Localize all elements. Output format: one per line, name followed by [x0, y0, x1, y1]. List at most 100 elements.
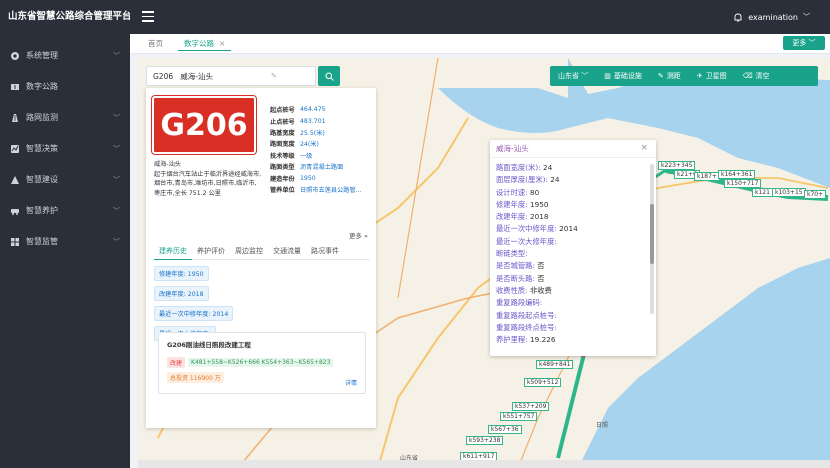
- sidebar-item-label: 智慧决策: [26, 144, 58, 153]
- measure-button[interactable]: ✎ 测距: [650, 66, 689, 86]
- km-label[interactable]: k567+36: [488, 425, 522, 434]
- popup-key: 路面宽度(米):: [496, 163, 543, 172]
- tab-home-label: 首页: [148, 39, 163, 48]
- attr-key: 起点桩号: [270, 107, 295, 115]
- sidebar-item-label: 智慧养护: [26, 206, 58, 215]
- map-view[interactable]: k223+345 k21+6 k187+ k164+361 k150+717 k…: [138, 58, 830, 468]
- km-label[interactable]: k187+: [694, 172, 720, 181]
- construction-icon: [11, 175, 19, 184]
- horizontal-scrollbar[interactable]: [138, 460, 830, 468]
- close-icon[interactable]: ×: [219, 39, 225, 48]
- km-label[interactable]: k509+512: [524, 378, 562, 387]
- popup-key: 收费性质:: [496, 285, 530, 295]
- popup-value: 2014: [559, 224, 578, 234]
- road-popup: 威海-汕头 × 路面宽度(米): 24 面层厚度(厘米): 24 设计时速: 80 修…: [490, 140, 656, 356]
- history-tag: 改建年度: 2018: [154, 286, 209, 301]
- attr-row: 建造年份 1950: [270, 172, 374, 183]
- sidebar-item-label: 智慧建设: [26, 175, 58, 184]
- km-label[interactable]: k551+757: [500, 412, 538, 421]
- popup-key: 最近一次大修年度:: [496, 236, 557, 246]
- user-menu[interactable]: examination ﹀: [734, 12, 810, 22]
- search-input[interactable]: [147, 67, 267, 85]
- vehicle-icon: [11, 208, 19, 215]
- sidebar-item-label: 路网监测: [26, 113, 58, 122]
- attr-row: 技术等级 一级: [270, 150, 374, 161]
- km-label[interactable]: k150+717: [724, 179, 762, 188]
- project-type-badge: 改建: [167, 357, 186, 368]
- sidebar-item-construction[interactable]: 智慧建设 ﹀: [0, 164, 130, 195]
- search-box: ✎: [146, 66, 316, 86]
- road-name: 威海-汕头: [154, 161, 181, 168]
- road-attributes: 起点桩号 464.475 止点桩号 483.701 路基宽度 25.5(米) 路面宽度…: [270, 104, 374, 195]
- bell-icon[interactable]: [734, 13, 742, 22]
- popup-line: 设计时速: 80: [496, 187, 650, 199]
- region-select[interactable]: 山东省 ﹀: [550, 66, 596, 86]
- tab-home[interactable]: 首页: [142, 37, 169, 51]
- more-link[interactable]: 更多 »: [349, 230, 368, 240]
- satellite-icon: ✈: [696, 72, 703, 80]
- attr-value: 沥青混凝土路面: [300, 164, 344, 172]
- road-shield: G206: [151, 95, 257, 155]
- tab-traffic[interactable]: 交通流量: [268, 244, 306, 260]
- popup-line: 重复路段起点桩号:: [496, 310, 650, 322]
- km-label[interactable]: k121: [752, 188, 773, 197]
- tab-evaluation[interactable]: 养护评价: [192, 244, 230, 260]
- map-city-label: 日照: [596, 422, 609, 429]
- popup-value: 80: [529, 187, 540, 197]
- sidebar: 山东省智慧公路综合管理平台 系统管理 ﹀ 数字公路 路网监测 ﹀ 智慧决策 ﹀: [0, 0, 130, 468]
- project-range: K481+558~K526+666 K554+363~K565+823: [188, 358, 334, 367]
- edit-icon[interactable]: ✎: [271, 72, 277, 80]
- attr-row: 路面类型 沥青混凝土路面: [270, 161, 374, 172]
- popup-value: 24: [542, 163, 553, 172]
- attr-value[interactable]: 日照市五莲县公路管...: [300, 185, 362, 194]
- popup-line: 改建年度: 2018: [496, 211, 650, 223]
- km-label[interactable]: k593+238: [466, 436, 504, 445]
- clear-button[interactable]: ⌫ 清空: [735, 66, 778, 86]
- popup-line: 是否断头路: 否: [496, 273, 650, 285]
- popup-key: 重复路段起点桩号:: [496, 310, 557, 320]
- sidebar-item-system[interactable]: 系统管理 ﹀: [0, 40, 130, 71]
- km-label[interactable]: k70+: [804, 190, 827, 199]
- hamburger-menu-icon[interactable]: [142, 11, 154, 22]
- search-icon: [325, 72, 334, 81]
- search-button[interactable]: [318, 66, 340, 86]
- popup-line: 重复路段编码:: [496, 297, 650, 309]
- history-tag: 最近一次中修年度: 2014: [154, 306, 234, 321]
- popup-key: 改建年度:: [496, 212, 530, 222]
- project-detail-link[interactable]: 详情: [345, 378, 357, 387]
- tab-history[interactable]: 建养历史: [154, 244, 192, 260]
- supervision-icon: [11, 237, 19, 246]
- satellite-button[interactable]: ✈ 卫星图: [689, 66, 735, 86]
- attr-key: 路面类型: [270, 164, 295, 172]
- road-monitor-icon: [12, 113, 18, 122]
- close-icon[interactable]: ×: [640, 143, 648, 153]
- km-label[interactable]: k164+361: [718, 170, 756, 179]
- tab-digital-road[interactable]: 数字公路 ×: [178, 37, 232, 51]
- sidebar-item-maintenance[interactable]: 智慧养护 ﹀: [0, 195, 130, 226]
- sidebar-item-label: 数字公路: [26, 82, 58, 91]
- chart-icon: ▥: [604, 72, 611, 80]
- km-label[interactable]: k537+209: [512, 402, 550, 411]
- sidebar-item-digital-road[interactable]: 数字公路: [0, 71, 130, 102]
- popup-value: 否: [537, 273, 545, 283]
- more-button[interactable]: 更多 ﹀: [783, 36, 825, 50]
- attr-row: 路面宽度 24(米): [270, 138, 374, 149]
- basic-facility-button[interactable]: ▥ 基础设施: [596, 66, 650, 86]
- km-label[interactable]: k489+841: [536, 360, 574, 369]
- attr-key: 技术等级: [270, 152, 295, 160]
- km-label[interactable]: k223+345: [658, 161, 696, 170]
- attr-row: 路基宽度 25.5(米): [270, 127, 374, 138]
- popup-value: 19.226: [529, 335, 556, 345]
- sidebar-item-supervision[interactable]: 智慧监管 ﹀: [0, 226, 130, 257]
- project-amount: 总投资 116900 万: [167, 372, 224, 383]
- popup-value: 24: [550, 175, 560, 185]
- popup-scrollbar[interactable]: [650, 164, 654, 314]
- km-label[interactable]: k103+15: [772, 188, 806, 197]
- tab-surveillance[interactable]: 周边监控: [230, 244, 268, 260]
- tab-events[interactable]: 路况事件: [306, 244, 344, 260]
- map-toolbar: 山东省 ﹀ ▥ 基础设施 ✎ 测距 ✈ 卫星图 ⌫ 清空: [550, 66, 818, 86]
- sidebar-item-monitor[interactable]: 路网监测 ﹀: [0, 102, 130, 133]
- popup-line: 重复路段终点桩号:: [496, 322, 650, 334]
- attr-value: 483.701: [300, 117, 326, 125]
- sidebar-item-decision[interactable]: 智慧决策 ﹀: [0, 133, 130, 164]
